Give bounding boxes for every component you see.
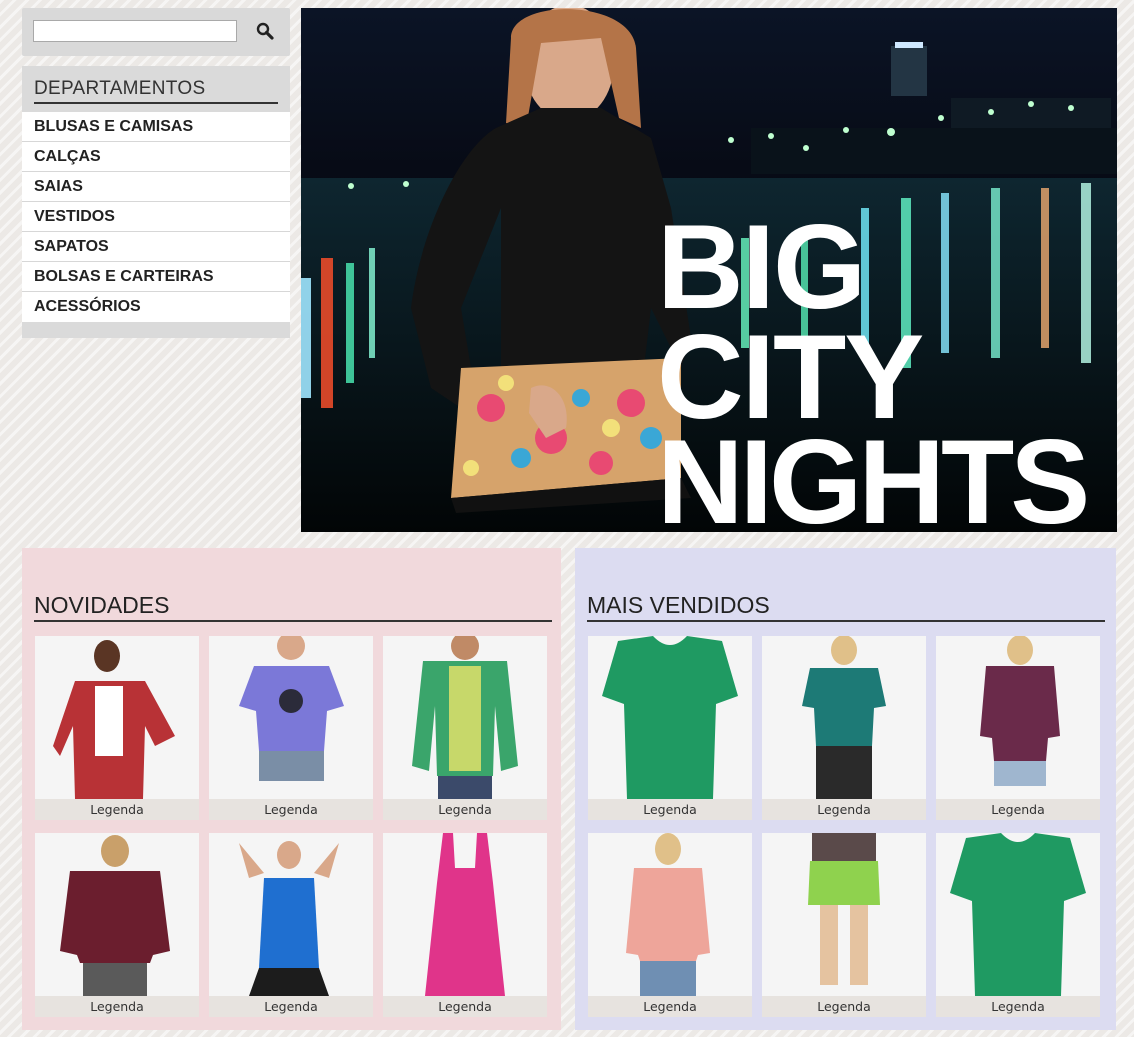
product-card[interactable]: Legenda	[35, 636, 199, 820]
department-item-vestidos[interactable]: VESTIDOS	[22, 202, 290, 232]
hero-banner[interactable]: BIG CITY NIGHTS	[301, 8, 1117, 532]
product-caption: Legenda	[35, 996, 199, 1017]
product-image	[936, 636, 1100, 799]
department-item-saias[interactable]: SAIAS	[22, 172, 290, 202]
hero-image: BIG CITY NIGHTS	[301, 8, 1117, 532]
product-image	[35, 636, 199, 799]
product-card[interactable]: Legenda	[588, 833, 752, 1017]
departments-title: DEPARTAMENTOS	[34, 76, 278, 104]
department-item-sapatos[interactable]: SAPATOS	[22, 232, 290, 262]
department-item-calcas[interactable]: CALÇAS	[22, 142, 290, 172]
product-caption: Legenda	[588, 799, 752, 820]
product-card[interactable]: Legenda	[209, 833, 373, 1017]
product-card[interactable]: Legenda	[383, 833, 547, 1017]
novidades-title: NOVIDADES	[34, 590, 552, 622]
product-image	[35, 833, 199, 996]
product-caption: Legenda	[762, 996, 926, 1017]
department-item-blusas-e-camisas[interactable]: BLUSAS E CAMISAS	[22, 112, 290, 142]
product-card[interactable]: Legenda	[762, 833, 926, 1017]
product-image	[209, 636, 373, 799]
product-caption: Legenda	[762, 799, 926, 820]
page: DEPARTAMENTOS BLUSAS E CAMISAS CALÇAS SA…	[0, 0, 1134, 1037]
hero-title-line-nights: NIGHTS	[657, 415, 1086, 532]
department-item-bolsas-e-carteiras[interactable]: BOLSAS E CARTEIRAS	[22, 262, 290, 292]
product-caption: Legenda	[209, 799, 373, 820]
product-caption: Legenda	[35, 799, 199, 820]
novidades-panel: NOVIDADES Legenda Legenda Legenda Legend…	[22, 548, 561, 1030]
product-caption: Legenda	[936, 996, 1100, 1017]
product-caption: Legenda	[383, 996, 547, 1017]
product-card[interactable]: Legenda	[209, 636, 373, 820]
product-card[interactable]: Legenda	[35, 833, 199, 1017]
product-image	[588, 636, 752, 799]
product-card[interactable]: Legenda	[383, 636, 547, 820]
product-caption: Legenda	[936, 799, 1100, 820]
product-image	[588, 833, 752, 996]
search-icon	[256, 22, 274, 40]
product-caption: Legenda	[383, 799, 547, 820]
product-card[interactable]: Legenda	[936, 636, 1100, 820]
product-caption: Legenda	[588, 996, 752, 1017]
product-image	[762, 636, 926, 799]
search-box	[22, 8, 290, 56]
mais-vendidos-panel: MAIS VENDIDOS Legenda Legenda Legenda Le…	[575, 548, 1116, 1030]
department-item-acessorios[interactable]: ACESSÓRIOS	[22, 292, 290, 322]
product-image	[383, 636, 547, 799]
product-image	[936, 833, 1100, 996]
mais-vendidos-title: MAIS VENDIDOS	[587, 590, 1105, 622]
departments-list: BLUSAS E CAMISAS CALÇAS SAIAS VESTIDOS S…	[22, 112, 290, 322]
product-caption: Legenda	[209, 996, 373, 1017]
product-card[interactable]: Legenda	[588, 636, 752, 820]
product-card[interactable]: Legenda	[762, 636, 926, 820]
departments-menu: DEPARTAMENTOS BLUSAS E CAMISAS CALÇAS SA…	[22, 66, 290, 338]
product-image	[762, 833, 926, 996]
search-input[interactable]	[33, 20, 237, 42]
product-card[interactable]: Legenda	[936, 833, 1100, 1017]
search-button[interactable]	[254, 20, 276, 42]
product-image	[209, 833, 373, 996]
product-image	[383, 833, 547, 996]
